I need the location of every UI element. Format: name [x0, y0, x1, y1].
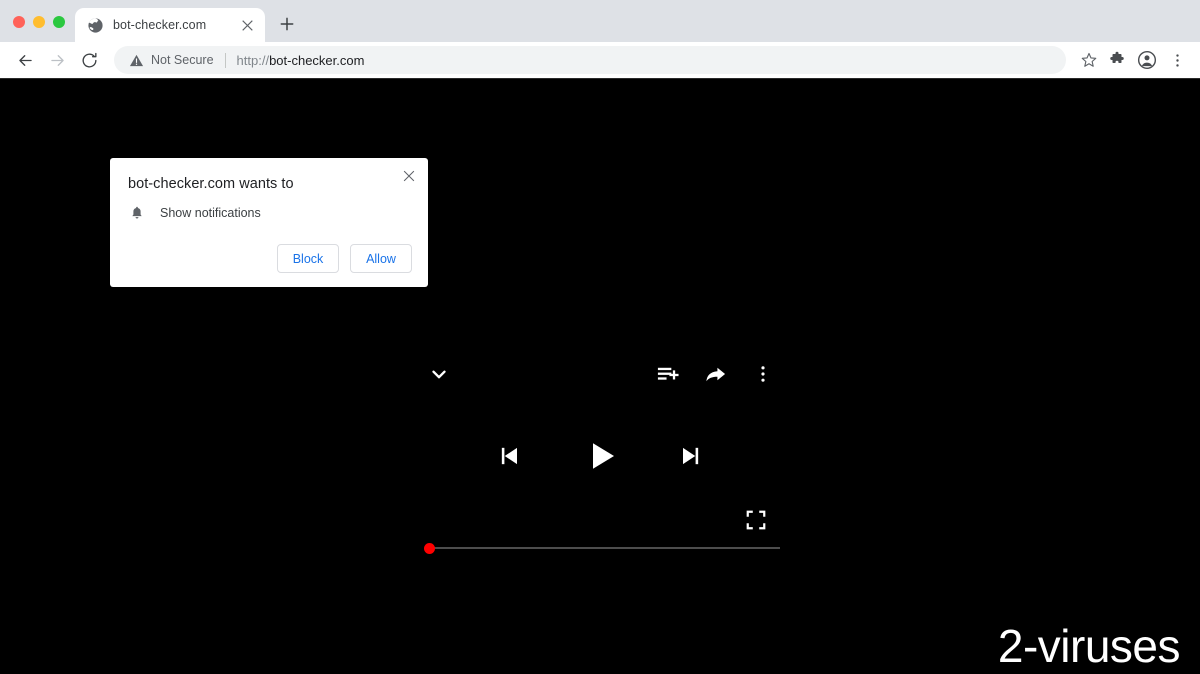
- more-options-icon[interactable]: [748, 359, 778, 389]
- dialog-close-icon[interactable]: [398, 165, 420, 187]
- globe-icon: [87, 17, 104, 34]
- url-text: http://bot-checker.com: [237, 53, 365, 68]
- toolbar-actions: [1076, 45, 1192, 75]
- omnibox-divider: [224, 52, 226, 68]
- window-maximize-button[interactable]: [53, 16, 65, 28]
- forward-button[interactable]: [42, 45, 72, 75]
- account-avatar-icon[interactable]: [1132, 45, 1162, 75]
- bell-icon: [128, 204, 146, 222]
- allow-button[interactable]: Allow: [350, 244, 412, 273]
- url-host: bot-checker.com: [269, 52, 365, 68]
- player-top-controls: [424, 356, 780, 392]
- share-arrow-icon[interactable]: [700, 359, 730, 389]
- dialog-title: bot-checker.com wants to: [128, 176, 294, 192]
- tab-strip: bot-checker.com: [0, 0, 1200, 42]
- url-scheme: http://: [236, 52, 270, 68]
- progress-thumb[interactable]: [424, 543, 435, 554]
- back-button[interactable]: [10, 45, 40, 75]
- tab-title: bot-checker.com: [113, 18, 207, 32]
- page-viewport: 2-viruses bot-checker.com wants to Show …: [0, 78, 1200, 674]
- window-controls: [0, 16, 75, 42]
- window-minimize-button[interactable]: [33, 16, 45, 28]
- security-status-label: Not Secure: [151, 53, 214, 67]
- chevron-down-icon[interactable]: [424, 359, 454, 389]
- play-button[interactable]: [580, 434, 624, 478]
- address-bar[interactable]: Not Secure http://bot-checker.com: [114, 46, 1066, 74]
- browser-menu-icon[interactable]: [1162, 45, 1192, 75]
- star-icon[interactable]: [1076, 47, 1102, 73]
- progress-track: [428, 547, 780, 549]
- window-close-button[interactable]: [13, 16, 25, 28]
- permission-request-row: Show notifications: [128, 204, 261, 222]
- player-playback-controls: [424, 428, 780, 484]
- playback-progress-slider[interactable]: [424, 542, 780, 554]
- next-track-button[interactable]: [668, 434, 712, 478]
- reload-button[interactable]: [74, 45, 104, 75]
- permission-request-label: Show notifications: [160, 206, 261, 220]
- puzzle-piece-icon[interactable]: [1102, 45, 1132, 75]
- tab-close-icon[interactable]: [238, 16, 256, 34]
- fullscreen-expand-icon[interactable]: [742, 506, 770, 534]
- notification-permission-dialog: bot-checker.com wants to Show notificati…: [110, 158, 428, 287]
- dialog-actions: Block Allow: [277, 244, 412, 273]
- block-button[interactable]: Block: [277, 244, 339, 273]
- browser-toolbar: Not Secure http://bot-checker.com: [0, 42, 1200, 78]
- new-tab-button[interactable]: [273, 10, 301, 38]
- site-watermark: 2-viruses: [997, 620, 1181, 672]
- add-to-queue-icon[interactable]: [652, 359, 682, 389]
- warning-triangle-icon[interactable]: [128, 52, 144, 68]
- previous-track-button[interactable]: [488, 434, 532, 478]
- browser-tab-active[interactable]: bot-checker.com: [75, 8, 265, 42]
- browser-window: bot-checker.com Not Secure http://bot-ch…: [0, 0, 1200, 674]
